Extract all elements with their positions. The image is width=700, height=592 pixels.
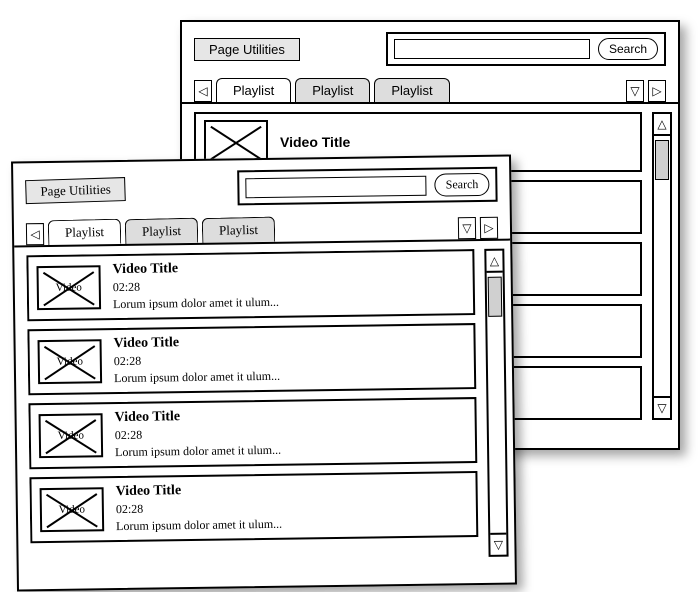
vertical-scrollbar[interactable]: △ ▽ (484, 249, 508, 557)
page-utilities-badge[interactable]: Page Utilities (25, 177, 126, 204)
video-duration: 02:28 (116, 500, 282, 517)
list-item[interactable]: VideoVideo Title02:28Lorum ipsum dolor a… (28, 397, 477, 469)
scroll-thumb[interactable] (488, 277, 503, 317)
scroll-track[interactable] (487, 273, 507, 533)
video-description: Lorum ipsum dolor amet it ulum... (114, 369, 280, 386)
scroll-down-icon[interactable]: ▽ (654, 396, 670, 418)
video-duration: 02:28 (113, 278, 279, 295)
video-description: Lorum ipsum dolor amet it ulum... (116, 517, 282, 534)
video-title: Video Title (112, 260, 278, 278)
video-duration: 02:28 (115, 426, 281, 443)
tab-menu-down-icon[interactable]: ▽ (626, 80, 644, 102)
video-description: Lorum ipsum dolor amet it ulum... (113, 295, 279, 312)
video-thumbnail: Video (40, 487, 105, 532)
video-title: Video Title (116, 482, 282, 500)
scroll-up-icon[interactable]: △ (654, 114, 670, 136)
search-box: Search (386, 32, 666, 66)
tab-playlist-2[interactable]: Playlist (125, 218, 199, 245)
video-title: Video Title (280, 134, 350, 150)
search-box: Search (237, 167, 497, 206)
video-title: Video Title (113, 334, 279, 352)
tab-playlist-3[interactable]: Playlist (374, 78, 449, 102)
wireframe-window-front: Page Utilities Search ◁ Playlist Playlis… (11, 155, 517, 592)
list-item[interactable]: VideoVideo Title02:28Lorum ipsum dolor a… (26, 249, 475, 321)
tab-scroll-right-icon[interactable]: ▷ (480, 217, 498, 239)
tab-playlist-1[interactable]: Playlist (216, 78, 291, 102)
video-description: Lorum ipsum dolor amet it ulum... (115, 443, 281, 460)
list-item[interactable]: VideoVideo Title02:28Lorum ipsum dolor a… (29, 471, 478, 543)
page-utilities-badge[interactable]: Page Utilities (194, 38, 300, 61)
search-button[interactable]: Search (598, 38, 658, 60)
tab-playlist-2[interactable]: Playlist (295, 78, 370, 102)
video-meta: Video Title02:28Lorum ipsum dolor amet i… (113, 334, 280, 386)
video-thumbnail: Video (38, 339, 103, 384)
search-button[interactable]: Search (435, 173, 490, 197)
video-meta: Video Title02:28Lorum ipsum dolor amet i… (115, 408, 282, 460)
tab-playlist-3[interactable]: Playlist (202, 217, 276, 244)
list-item[interactable]: VideoVideo Title02:28Lorum ipsum dolor a… (27, 323, 476, 395)
scroll-up-icon[interactable]: △ (486, 251, 502, 273)
scroll-thumb[interactable] (655, 140, 669, 180)
vertical-scrollbar[interactable]: △ ▽ (652, 112, 672, 420)
video-list: VideoVideo Title02:28Lorum ipsum dolor a… (26, 249, 506, 564)
topbar: Page Utilities Search (182, 22, 678, 72)
video-duration: 02:28 (114, 352, 280, 369)
tab-scroll-left-icon[interactable]: ◁ (26, 223, 44, 245)
tab-scroll-right-icon[interactable]: ▷ (648, 80, 666, 102)
video-meta: Video Title02:28Lorum ipsum dolor amet i… (116, 482, 283, 534)
video-thumbnail: Video (39, 413, 104, 458)
tab-menu-down-icon[interactable]: ▽ (458, 217, 476, 239)
tab-playlist-1[interactable]: Playlist (48, 219, 122, 246)
search-input[interactable] (394, 39, 590, 59)
video-title: Video Title (115, 408, 281, 426)
content-area: VideoVideo Title02:28Lorum ipsum dolor a… (14, 239, 515, 572)
scroll-track[interactable] (654, 136, 670, 396)
search-input[interactable] (245, 175, 427, 198)
scroll-down-icon[interactable]: ▽ (490, 533, 506, 555)
topbar: Page Utilities Search (13, 157, 510, 215)
tab-scroll-left-icon[interactable]: ◁ (194, 80, 212, 102)
tab-row: ◁ Playlist Playlist Playlist ▽ ▷ (182, 72, 678, 102)
video-thumbnail: Video (36, 265, 101, 310)
video-meta: Video Title02:28Lorum ipsum dolor amet i… (112, 260, 279, 312)
